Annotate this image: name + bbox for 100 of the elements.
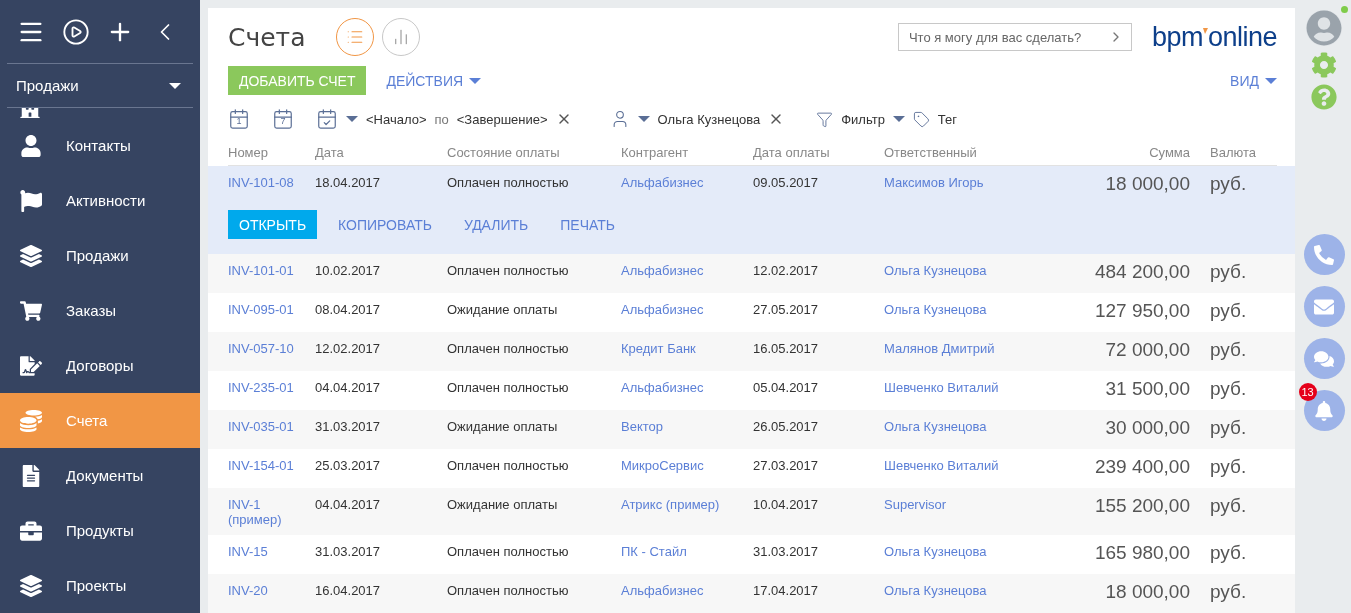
- table-cell-text: Ожидание оплаты: [447, 419, 559, 434]
- bell-icon: [1314, 400, 1334, 421]
- invoice-link[interactable]: INV-035-01: [228, 419, 315, 434]
- amount-cell-text: 165 980,00: [1093, 542, 1190, 564]
- amount-cell-text: 31 500,00: [1104, 378, 1190, 400]
- table-cell-text: 27.03.2017: [753, 458, 820, 473]
- currency-cell-text: руб.: [1210, 495, 1248, 517]
- table-cell-text: Оплачен полностью: [447, 458, 570, 473]
- owner-link[interactable]: Шевченко Виталий: [884, 380, 1064, 395]
- table-row[interactable]: INV-101-08 18.04.2017 Оплачен полностью Альфабизнес 09.05.2017 Максимов Игорь 18 000,00 руб. ОТКРЫТЬ КОПИРОВАТЬ УДАЛИТЬ ПЕЧАТЬ: [208, 166, 1295, 254]
- account-link[interactable]: Атрикс (пример): [621, 497, 753, 512]
- column-header: Ответственный: [884, 144, 978, 160]
- table-cell-text: 31.03.2017: [753, 544, 820, 559]
- play-icon[interactable]: [61, 17, 90, 46]
- invoice-link[interactable]: INV-20: [228, 583, 315, 598]
- owner-link[interactable]: Supervisor: [884, 497, 1064, 512]
- invoice-link[interactable]: INV-057-10: [228, 341, 315, 356]
- row-action-button[interactable]: КОПИРОВАТЬ: [327, 210, 443, 239]
- account-link[interactable]: Альфабизнес: [621, 302, 753, 317]
- owner-link[interactable]: Ольга Кузнецова: [884, 419, 1064, 434]
- person-icon: [18, 134, 44, 157]
- invoice-link[interactable]: INV-095-01: [228, 302, 315, 317]
- amount-cell-text: 18 000,00: [1104, 581, 1190, 603]
- caret-icon: [169, 82, 181, 89]
- owner-link[interactable]: Шевченко Виталий: [884, 458, 1064, 473]
- amount-cell-text: 239 400,00: [1093, 456, 1190, 478]
- account-link[interactable]: Альфабизнес: [621, 380, 753, 395]
- account-link[interactable]: ПК - Стайл: [621, 544, 753, 559]
- owner-link[interactable]: Ольга Кузнецова: [884, 583, 1064, 598]
- currency-cell-text: руб.: [1210, 378, 1248, 400]
- invoice-link[interactable]: INV-1 (пример): [228, 497, 315, 527]
- currency-cell-text: руб.: [1210, 261, 1248, 283]
- notification-badge: 13: [1298, 383, 1317, 401]
- account-link[interactable]: Кредит Банк: [621, 341, 753, 356]
- owner-link[interactable]: Ольга Кузнецова: [884, 302, 1064, 317]
- table-cell-text: Оплачен полностью: [447, 341, 570, 356]
- table-cell-text: 04.04.2017: [315, 497, 382, 512]
- amount-cell-text: 18 000,00: [1104, 173, 1190, 195]
- table-row[interactable]: INV-057-10 12.02.2017 Оплачен полностью Кредит Банк 16.05.2017 Малянов Дмитрий 72 000,00 руб.: [208, 332, 1295, 371]
- command-field[interactable]: Что я могу для вас сделать?: [897, 23, 1132, 52]
- owner-link[interactable]: Малянов Дмитрий: [884, 341, 1064, 356]
- invoice-link[interactable]: INV-15: [228, 544, 315, 559]
- actions-menu[interactable]: ДЕЙСТВИЯ: [386, 72, 482, 89]
- calendar-button[interactable]: 1: [228, 108, 250, 130]
- row-action-button[interactable]: ОТКРЫТЬ: [228, 210, 318, 239]
- table-cell-text: 18.04.2017: [315, 175, 382, 190]
- tag-filter[interactable]: Тег: [937, 111, 958, 127]
- bell-button[interactable]: [1303, 390, 1345, 431]
- tag-icon: [912, 110, 930, 128]
- table-row[interactable]: INV-20 16.04.2017 Оплачен полностью Альфабизнес 17.04.2017 Ольга Кузнецова 18 000,00 руб.: [208, 574, 1295, 613]
- account-link[interactable]: Альфабизнес: [621, 175, 753, 190]
- invoice-link[interactable]: INV-235-01: [228, 380, 315, 395]
- table-row[interactable]: INV-035-01 31.03.2017 Ожидание оплаты Вектор 26.05.2017 Ольга Кузнецова 30 000,00 руб.: [208, 410, 1295, 449]
- caret-icon[interactable]: [637, 116, 650, 122]
- invoice-link[interactable]: INV-101-08: [228, 175, 315, 190]
- calendar-button[interactable]: 7: [272, 108, 294, 130]
- table-cell-text: 04.04.2017: [315, 380, 382, 395]
- document-pen-icon: [18, 354, 44, 377]
- currency-cell-text: руб.: [1210, 456, 1248, 478]
- column-header: Сумма: [1148, 144, 1190, 160]
- sidebar-item[interactable]: Счета: [0, 393, 200, 448]
- table-cell-text: Оплачен полностью: [447, 544, 570, 559]
- table-cell-text: 25.03.2017: [315, 458, 382, 473]
- owner-filter[interactable]: Ольга Кузнецова: [657, 111, 761, 127]
- view-menu[interactable]: ВИД: [1230, 72, 1277, 89]
- filter-menu[interactable]: Фильтр: [841, 111, 885, 127]
- page-title: Счета: [228, 22, 306, 52]
- owner-link[interactable]: Ольга Кузнецова: [884, 544, 1064, 559]
- account-link[interactable]: МикроСервис: [621, 458, 753, 473]
- phone-icon: [1314, 244, 1334, 265]
- table-cell-text: 17.04.2017: [753, 583, 820, 598]
- account-link[interactable]: Альфабизнес: [621, 263, 753, 278]
- table-cell-text: Оплачен полностью: [447, 380, 570, 395]
- account-link[interactable]: Вектор: [621, 419, 753, 434]
- table-cell-text: Ожидание оплаты: [447, 497, 559, 512]
- online-dot: [1341, 6, 1348, 13]
- owner-link[interactable]: Максимов Игорь: [884, 175, 1064, 190]
- amount-cell-text: 30 000,00: [1104, 417, 1190, 439]
- column-header: Дата оплаты: [753, 144, 831, 160]
- coins-icon: [18, 409, 44, 432]
- table-row[interactable]: INV-1 (пример) 04.04.2017 Ожидание оплаты Атрикс (пример) 10.04.2017 Supervisor 155 200,00 руб.: [208, 488, 1295, 535]
- owner-link[interactable]: Ольга Кузнецова: [884, 263, 1064, 278]
- row-action-button[interactable]: ПЕЧАТЬ: [549, 210, 626, 239]
- account-link[interactable]: Альфабизнес: [621, 583, 753, 598]
- row-action-button[interactable]: УДАЛИТЬ: [452, 210, 540, 239]
- caret-icon[interactable]: [346, 116, 358, 122]
- amount-cell-text: 72 000,00: [1104, 339, 1190, 361]
- invoice-link[interactable]: INV-101-01: [228, 263, 315, 278]
- table-cell-text: 26.05.2017: [753, 419, 820, 434]
- table-cell-text: 31.03.2017: [315, 544, 382, 559]
- table-cell-text: 12.02.2017: [315, 341, 382, 356]
- calendar-check-icon[interactable]: [316, 108, 338, 130]
- period-start[interactable]: <Начало>: [366, 111, 427, 127]
- table-cell-text: 09.05.2017: [753, 175, 820, 190]
- column-header: Состояние оплаты: [447, 144, 561, 160]
- invoice-link[interactable]: INV-154-01: [228, 458, 315, 473]
- table-row[interactable]: INV-101-01 10.02.2017 Оплачен полностью Альфабизнес 12.02.2017 Ольга Кузнецова 484 200,00 руб.: [208, 254, 1295, 293]
- table-cell-text: 16.04.2017: [315, 583, 382, 598]
- period-end[interactable]: <Завершение>: [456, 111, 548, 127]
- caret-icon[interactable]: [892, 116, 905, 122]
